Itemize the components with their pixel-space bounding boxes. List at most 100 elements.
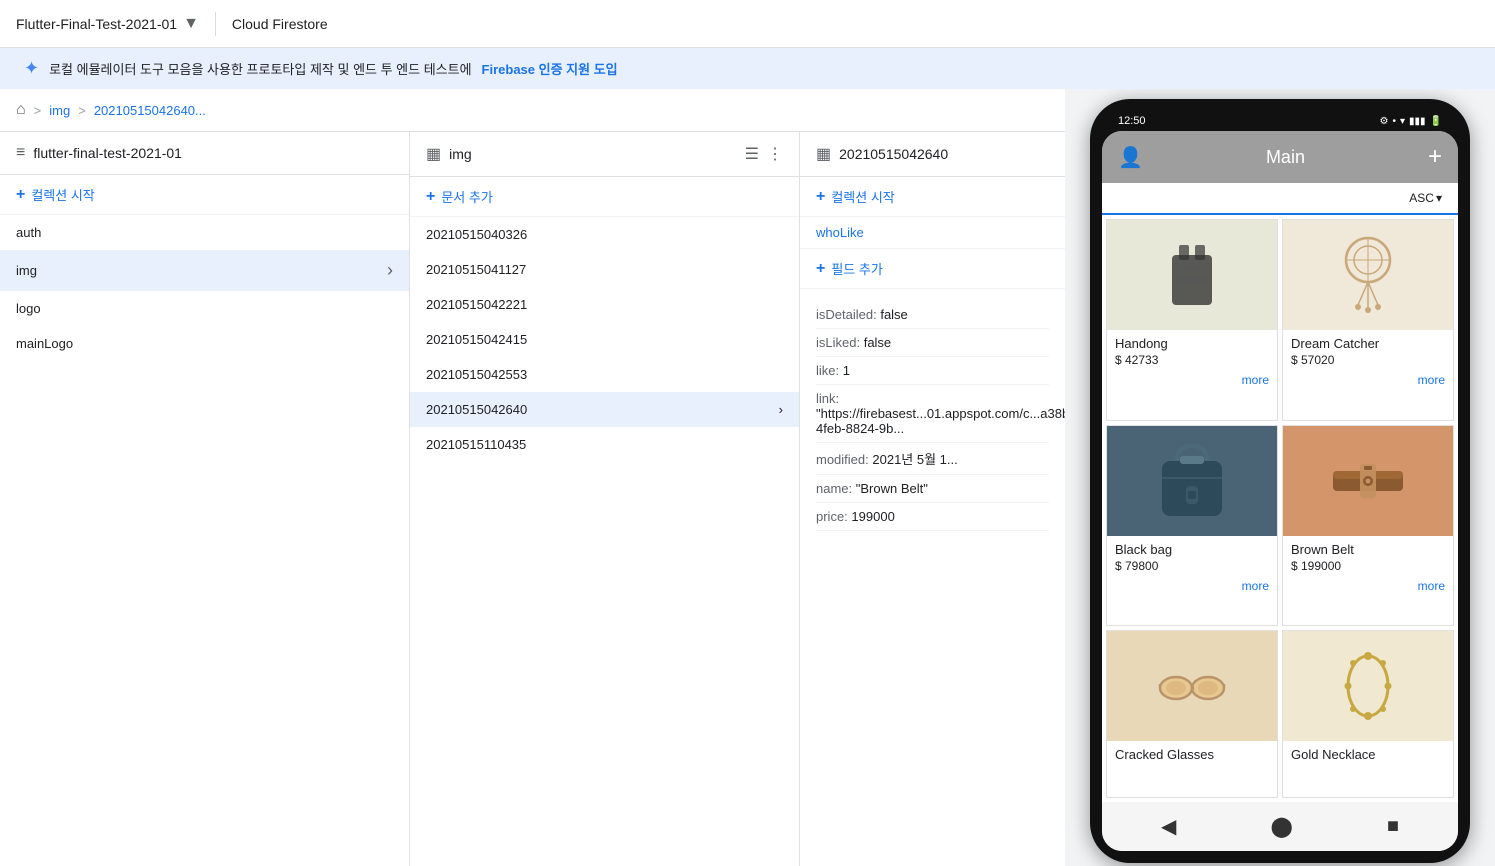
product-more-handong[interactable]: more (1107, 373, 1277, 393)
doc-item-3[interactable]: 20210515042415 (410, 322, 799, 357)
battery-icon: 🔋 (1430, 116, 1442, 127)
sparkle-icon: ✦ (24, 58, 39, 79)
main-content: ⌂ > img > 20210515042640... ≡ flutter-fi… (0, 89, 1495, 866)
sidebar-item-auth-label: auth (16, 225, 41, 240)
collections-grid: ≡ flutter-final-test-2021-01 + 컬렉션 시작 au… (0, 132, 1065, 866)
top-bar-divider (215, 12, 216, 36)
add-subcol-label: 컬렉션 시작 (831, 187, 894, 206)
banner-text: 로컬 에뮬레이터 도구 모음을 사용한 프로토타입 제작 및 엔드 투 엔드 테… (49, 59, 471, 78)
phone-person-icon[interactable]: 👤 (1118, 145, 1143, 170)
product-price-black-bag: $ 79800 (1115, 559, 1269, 573)
sort-text: ASC (1409, 191, 1434, 205)
field-isdetailed-key: isDetailed: (816, 307, 877, 322)
product-name-dream-catcher: Dream Catcher (1291, 336, 1445, 351)
more-icon[interactable]: ⋮ (767, 144, 783, 164)
phone-home-btn[interactable]: ⬤ (1270, 814, 1292, 839)
product-more-black-bag[interactable]: more (1107, 579, 1277, 599)
banner-highlight[interactable]: Firebase 인증 지원 도입 (482, 59, 618, 78)
product-card-cracked-glasses[interactable]: Cracked Glasses (1106, 630, 1278, 798)
field-modified-key: modified: (816, 452, 869, 467)
home-icon[interactable]: ⌂ (16, 101, 26, 119)
phone-add-icon[interactable]: + (1428, 143, 1442, 171)
col3-title: 20210515042640 (839, 146, 948, 162)
info-banner: ✦ 로컬 에뮬레이터 도구 모음을 사용한 프로토타입 제작 및 엔드 투 엔드… (0, 48, 1495, 89)
add-doc-icon: + (426, 188, 435, 206)
product-name-brown-belt: Brown Belt (1291, 542, 1445, 557)
product-card-black-bag[interactable]: Black bag $ 79800 more (1106, 425, 1278, 627)
add-collection-label-1: 컬렉션 시작 (31, 185, 94, 204)
product-more-brown-belt[interactable]: more (1283, 579, 1453, 599)
doc-item-0[interactable]: 20210515040326 (410, 217, 799, 252)
sidebar-item-img[interactable]: img (0, 250, 409, 291)
product-name-gold-necklace: Gold Necklace (1291, 747, 1445, 762)
doc-label-5: 20210515042640 (426, 402, 527, 417)
phone-nav-bar: ◀ ⬤ ■ (1102, 802, 1458, 851)
doc-item-5[interactable]: 20210515042640 › (410, 392, 799, 427)
dot-indicator: • (1392, 116, 1396, 127)
signal-icon: ▮▮▮ (1409, 116, 1426, 127)
product-price-dream-catcher: $ 57020 (1291, 353, 1445, 367)
product-info-cracked-glasses: Cracked Glasses (1107, 741, 1277, 770)
filter-icon[interactable]: ☰ (745, 144, 759, 164)
product-card-brown-belt[interactable]: Brown Belt $ 199000 more (1282, 425, 1454, 627)
phone-mockup: 12:50 ⚙ • ▾ ▮▮▮ 🔋 👤 Main + (1090, 99, 1470, 863)
settings-icon: ⚙ (1380, 116, 1389, 127)
field-like: like: 1 (816, 357, 1049, 385)
add-collection-btn-1[interactable]: + 컬렉션 시작 (0, 175, 409, 215)
doc-label-0: 20210515040326 (426, 227, 527, 242)
field-like-key: like: (816, 363, 839, 378)
doc-chevron-icon: › (779, 402, 783, 417)
doc-label-1: 20210515041127 (426, 262, 526, 277)
product-card-dream-catcher[interactable]: Dream Catcher $ 57020 more (1282, 219, 1454, 421)
product-img-black-bag (1107, 426, 1277, 536)
add-field-btn[interactable]: + 필드 추가 (800, 249, 1065, 289)
sort-label[interactable]: ASC ▾ (1409, 191, 1442, 205)
product-card-gold-necklace[interactable]: Gold Necklace (1282, 630, 1454, 798)
root-collections-col: ≡ flutter-final-test-2021-01 + 컬렉션 시작 au… (0, 132, 410, 866)
field-isliked-value: false (864, 335, 891, 350)
phone-recents-btn[interactable]: ■ (1387, 815, 1399, 838)
field-name: name: "Brown Belt" (816, 475, 1049, 503)
sidebar-item-logo-label: logo (16, 301, 41, 316)
add-subcollection-btn[interactable]: + 컬렉션 시작 (800, 177, 1065, 217)
product-more-dream-catcher[interactable]: more (1283, 373, 1453, 393)
col1-title: flutter-final-test-2021-01 (33, 145, 182, 161)
add-icon-1: + (16, 186, 25, 204)
col2-header: ▦ img ☰ ⋮ (410, 132, 799, 177)
doc-label-2: 20210515042221 (426, 297, 527, 312)
product-card-handong[interactable]: Handong $ 42733 more (1106, 219, 1278, 421)
sidebar-item-img-label: img (16, 263, 37, 278)
field-link: link: "https://firebasest...01.appspot.c… (816, 385, 1049, 443)
field-isdetailed-value: false (880, 307, 907, 322)
field-like-value: 1 (843, 363, 850, 378)
doc-item-2[interactable]: 20210515042221 (410, 287, 799, 322)
doc-item-1[interactable]: 20210515041127 (410, 252, 799, 287)
subcollection-wholike[interactable]: whoLike (800, 217, 1065, 249)
product-img-handong (1107, 220, 1277, 330)
phone-screen: 👤 Main + ASC ▾ (1102, 131, 1458, 851)
field-name-value: "Brown Belt" (856, 481, 928, 496)
breadcrumb-doc-link[interactable]: 20210515042640... (94, 103, 206, 118)
breadcrumb: ⌂ > img > 20210515042640... (0, 89, 1065, 132)
field-name-key: name: (816, 481, 852, 496)
doc-label-4: 20210515042553 (426, 367, 527, 382)
add-doc-btn[interactable]: + 문서 추가 (410, 177, 799, 217)
sidebar-item-mainlogo[interactable]: mainLogo (0, 326, 409, 361)
field-section: isDetailed: false isLiked: false like: 1… (800, 289, 1065, 866)
breadcrumb-sep2: > (78, 103, 86, 118)
product-name-black-bag: Black bag (1115, 542, 1269, 557)
add-field-icon: + (816, 260, 825, 278)
doc-item-4[interactable]: 20210515042553 (410, 357, 799, 392)
phone-status-bar: 12:50 ⚙ • ▾ ▮▮▮ 🔋 (1102, 111, 1458, 131)
doc-item-6[interactable]: 20210515110435 (410, 427, 799, 462)
sidebar-item-auth[interactable]: auth (0, 215, 409, 250)
phone-app-bar: 👤 Main + (1102, 131, 1458, 183)
sidebar-item-logo[interactable]: logo (0, 291, 409, 326)
storage-icon: ≡ (16, 144, 25, 162)
field-price-value: 199000 (851, 509, 894, 524)
detail-col: ▦ 20210515042640 + 컬렉션 시작 whoLike + 필드 추… (800, 132, 1065, 866)
breadcrumb-img-link[interactable]: img (49, 103, 70, 118)
field-isdetailed: isDetailed: false (816, 301, 1049, 329)
phone-back-btn[interactable]: ◀ (1161, 814, 1176, 839)
project-selector[interactable]: Flutter-Final-Test-2021-01 ▼ (16, 15, 199, 33)
